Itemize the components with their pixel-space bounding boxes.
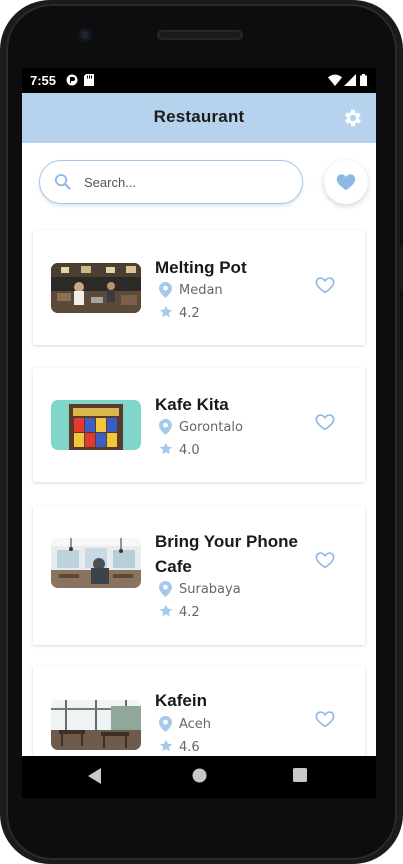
restaurant-city: Surabaya bbox=[179, 582, 241, 597]
search-bar bbox=[39, 160, 303, 204]
restaurant-photo bbox=[51, 538, 141, 588]
notification-icon bbox=[66, 74, 78, 86]
heart-outline-icon[interactable] bbox=[315, 276, 335, 294]
restaurant-photo bbox=[51, 700, 141, 750]
restaurant-card[interactable]: Kafe Kita Gorontalo 4.0 bbox=[33, 368, 365, 482]
wifi-icon bbox=[328, 74, 342, 86]
restaurant-name: Bring Your Phone Cafe bbox=[155, 532, 298, 576]
star-icon bbox=[159, 739, 173, 752]
restaurant-name: Kafein bbox=[155, 691, 207, 710]
home-icon[interactable] bbox=[192, 768, 207, 783]
battery-icon bbox=[360, 74, 367, 86]
status-bar: 7:55 bbox=[22, 68, 376, 93]
heart-outline-icon[interactable] bbox=[315, 413, 335, 431]
heart-outline-icon[interactable] bbox=[315, 551, 335, 569]
restaurant-card[interactable]: Melting Pot Medan 4.2 bbox=[33, 230, 365, 345]
search-icon bbox=[54, 173, 71, 190]
rating-value: 4.6 bbox=[179, 740, 200, 755]
gear-icon[interactable] bbox=[342, 107, 364, 129]
heart-icon bbox=[336, 174, 356, 191]
earpiece-speaker bbox=[157, 30, 243, 40]
star-icon bbox=[159, 305, 173, 318]
restaurant-name: Melting Pot bbox=[155, 258, 247, 277]
restaurant-card[interactable]: Bring Your Phone Cafe Surabaya 4.2 bbox=[33, 506, 365, 645]
page-title: Restaurant bbox=[153, 107, 245, 126]
rating-value: 4.2 bbox=[179, 605, 200, 620]
front-camera bbox=[78, 28, 92, 42]
location-pin-icon bbox=[159, 716, 172, 732]
search-input[interactable] bbox=[82, 168, 286, 196]
back-icon[interactable] bbox=[88, 768, 102, 784]
location-pin-icon bbox=[159, 282, 172, 298]
rating-value: 4.2 bbox=[179, 306, 200, 321]
recents-icon[interactable] bbox=[293, 768, 307, 782]
restaurant-city: Medan bbox=[179, 283, 223, 298]
favorites-button[interactable] bbox=[324, 160, 368, 204]
app-screen: 7:55 Restaurant Search... Melting Pot Me… bbox=[22, 68, 376, 756]
app-bar: Restaurant bbox=[22, 93, 376, 143]
restaurant-card[interactable]: Kafein Aceh 4.6 bbox=[33, 666, 365, 756]
status-time: 7:55 bbox=[30, 73, 57, 88]
star-icon bbox=[159, 604, 173, 617]
restaurant-photo bbox=[51, 263, 141, 313]
restaurant-name: Kafe Kita bbox=[155, 395, 229, 414]
restaurant-city: Gorontalo bbox=[179, 420, 243, 435]
heart-outline-icon[interactable] bbox=[315, 710, 335, 728]
star-icon bbox=[159, 442, 173, 455]
system-nav-bar bbox=[22, 756, 376, 798]
sd-card-icon bbox=[84, 74, 94, 86]
restaurant-photo bbox=[51, 400, 141, 450]
restaurant-city: Aceh bbox=[179, 717, 212, 732]
location-pin-icon bbox=[159, 419, 172, 435]
cell-signal-icon bbox=[344, 74, 356, 86]
rating-value: 4.0 bbox=[179, 443, 200, 458]
location-pin-icon bbox=[159, 581, 172, 597]
